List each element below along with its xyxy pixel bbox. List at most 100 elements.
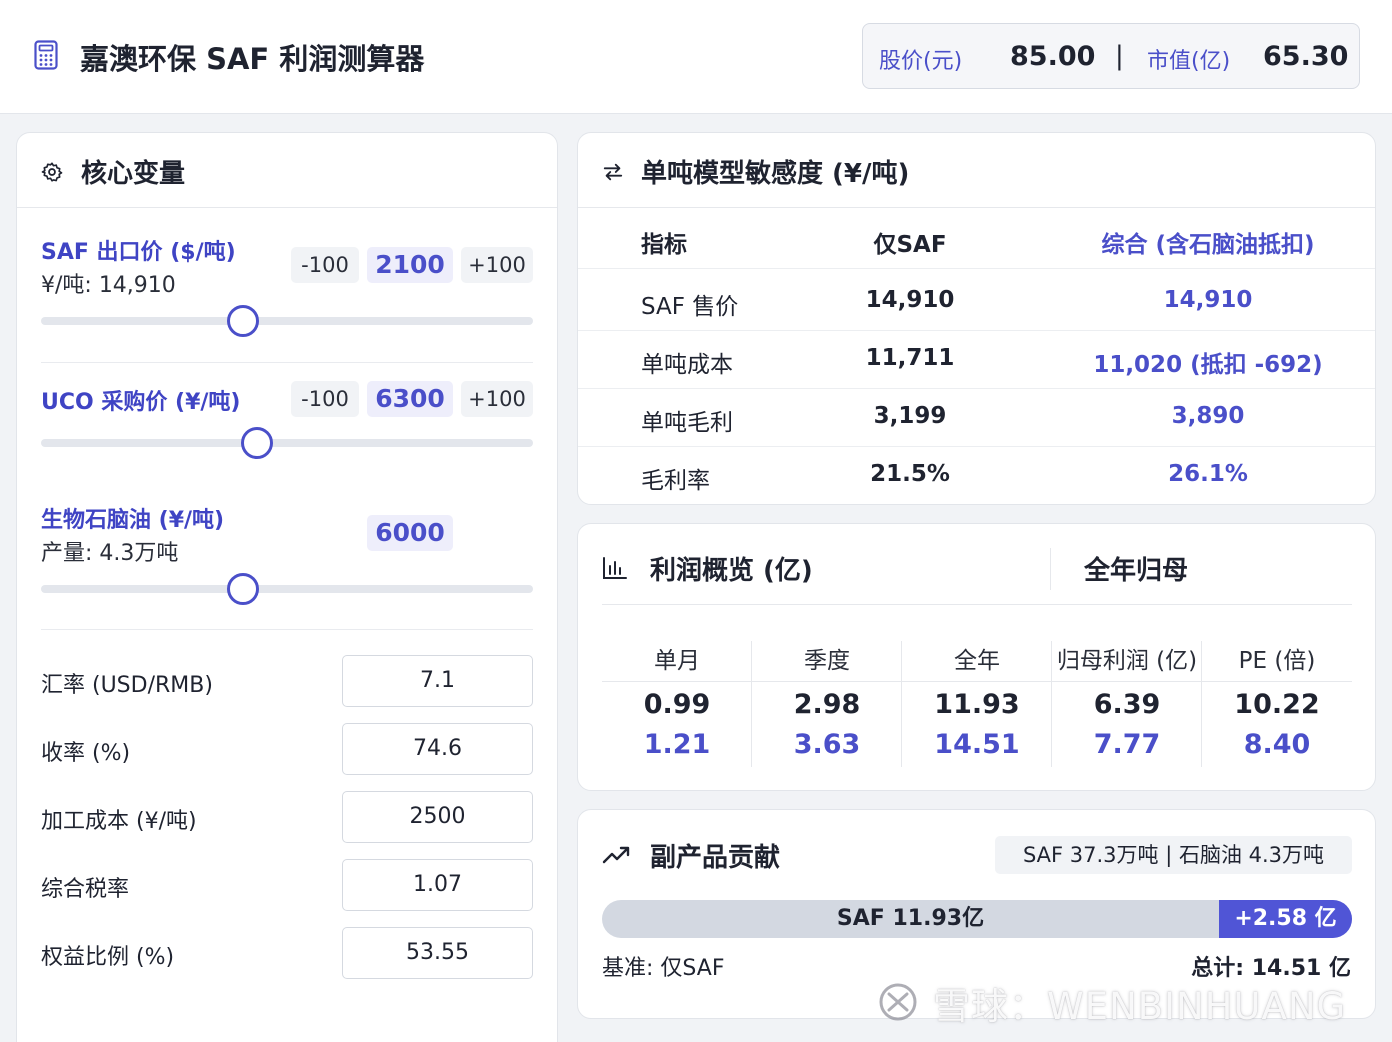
column-header: 归母利润 (亿) (1056, 648, 1198, 674)
yield-label: 收率 (%) (41, 741, 131, 766)
combined-value: 11,020 (抵扣 -692) (1093, 352, 1323, 378)
divider (41, 362, 533, 363)
profit-column-monthly: 单月 0.99 1.21 (602, 641, 752, 767)
combined-value: 26.1% (1168, 461, 1248, 487)
combined-value: 3.63 (793, 729, 861, 760)
profit-column-annual: 全年 11.93 14.51 (902, 641, 1052, 767)
saf-only-value: 14,910 (865, 287, 955, 313)
swap-arrows-icon (603, 163, 623, 181)
row-label: SAF 售价 (641, 294, 739, 320)
saf-only-value: 21.5% (870, 461, 950, 487)
uco-minus-button[interactable]: -100 (291, 381, 359, 417)
table-row: 单吨成本 11,711 11,020 (抵扣 -692) (578, 331, 1375, 389)
saf-minus-button[interactable]: -100 (291, 247, 359, 283)
core-variables-panel: 核心变量 SAF 出口价 ($/吨) ¥/吨: 14,910 -100 2100… (16, 132, 558, 1042)
naphtha-price-slider[interactable] (41, 573, 533, 605)
core-variables-header: 核心变量 (17, 133, 557, 208)
combined-value: 7.77 (1093, 729, 1161, 760)
trending-up-icon (602, 846, 630, 864)
column-header: 仅SAF (873, 232, 947, 258)
column-header: PE (倍) (1238, 648, 1316, 674)
equity-ratio-label: 权益比例 (%) (41, 945, 175, 970)
saf-only-value: 0.99 (643, 689, 711, 720)
price-separator: | (1115, 41, 1124, 71)
contribution-bar: SAF 11.93亿 +2.58 亿 (602, 900, 1352, 938)
column-header: 全年 (954, 648, 1000, 674)
processing-cost-input[interactable]: 2500 (342, 791, 533, 843)
uco-slider-handle[interactable] (241, 427, 274, 459)
tax-rate-label: 综合税率 (41, 877, 130, 902)
calculator-icon (34, 40, 58, 70)
sensitivity-panel: 单吨模型敏感度 (¥/吨) 指标 仅SAF 综合 (含石脑油抵扣) SAF 售价… (577, 132, 1376, 505)
column-header: 季度 (804, 648, 850, 674)
divider (602, 604, 1352, 605)
table-row: 单吨毛利 3,199 3,890 (578, 389, 1375, 447)
uco-price-value[interactable]: 6300 (367, 381, 453, 417)
profit-column-quarterly: 季度 2.98 3.63 (752, 641, 902, 767)
combined-value: 14,910 (1163, 287, 1253, 313)
combined-value: 14.51 (934, 729, 1020, 760)
price-summary: 股价(元) 85.00 | 市值(亿) 65.30 (862, 23, 1360, 89)
uco-price-slider[interactable] (41, 427, 533, 459)
saf-only-value: 11.93 (934, 689, 1020, 720)
saf-contribution-segment: SAF 11.93亿 (836, 906, 985, 931)
table-header-row: 指标 仅SAF 综合 (含石脑油抵扣) (578, 211, 1375, 269)
row-label: 单吨成本 (641, 352, 733, 378)
saf-slider-handle[interactable] (226, 305, 259, 337)
baseline-label: 基准: 仅SAF (602, 956, 725, 981)
profit-column-pe: PE (倍) 10.22 8.40 (1202, 641, 1352, 767)
fx-rate-label: 汇率 (USD/RMB) (41, 673, 213, 698)
gear-icon (41, 162, 63, 182)
profit-overview-panel: 利润概览 (亿) 全年归母 单月 0.99 1.21 季度 2.98 3.63 … (577, 523, 1376, 791)
core-variables-title: 核心变量 (81, 159, 186, 189)
saf-price-label: SAF 出口价 ($/吨) (41, 240, 236, 265)
uco-price-label: UCO 采购价 (¥/吨) (41, 390, 241, 415)
sensitivity-title: 单吨模型敏感度 (¥/吨) (641, 159, 910, 189)
column-header: 单月 (654, 648, 700, 674)
row-label: 单吨毛利 (641, 410, 733, 436)
naphtha-slider-handle[interactable] (226, 573, 259, 605)
snowball-logo-icon (879, 983, 917, 1021)
divider (41, 629, 533, 630)
yield-input[interactable]: 74.6 (342, 723, 533, 775)
stock-price-label: 股价(元) (879, 49, 963, 74)
saf-price-slider[interactable] (41, 305, 533, 337)
byproduct-title: 副产品贡献 (650, 843, 781, 873)
saf-rmb-price: ¥/吨: 14,910 (41, 273, 176, 298)
combined-value: 1.21 (643, 729, 711, 760)
saf-only-value: 2.98 (793, 689, 861, 720)
naphtha-price-value[interactable]: 6000 (367, 515, 453, 551)
naphtha-contribution-segment: +2.58 亿 (1219, 900, 1352, 938)
saf-plus-button[interactable]: +100 (461, 247, 533, 283)
equity-ratio-input[interactable]: 53.55 (342, 927, 533, 979)
combined-value: 8.40 (1243, 729, 1311, 760)
naphtha-output: 产量: 4.3万吨 (41, 541, 179, 566)
column-header: 指标 (641, 232, 687, 258)
bar-chart-icon (603, 557, 627, 579)
saf-only-value: 11,711 (865, 345, 955, 371)
annual-attributable-title: 全年归母 (1084, 556, 1189, 586)
watermark-text: 雪球：WENBINHUANG (933, 985, 1347, 1028)
combined-value: 3,890 (1171, 403, 1245, 429)
app-header: 嘉澳环保 SAF 利润测算器 股价(元) 85.00 | 市值(亿) 65.30 (0, 0, 1392, 114)
uco-plus-button[interactable]: +100 (461, 381, 533, 417)
saf-only-value: 6.39 (1093, 689, 1161, 720)
saf-only-value: 10.22 (1234, 689, 1320, 720)
sensitivity-header: 单吨模型敏感度 (¥/吨) (578, 133, 1375, 208)
table-row: 毛利率 21.5% 26.1% (578, 447, 1375, 505)
stock-price-value: 85.00 (1010, 41, 1096, 72)
saf-only-value: 3,199 (873, 403, 947, 429)
tax-rate-input[interactable]: 1.07 (342, 859, 533, 911)
processing-cost-label: 加工成本 (¥/吨) (41, 809, 197, 834)
volume-badge: SAF 37.3万吨 | 石脑油 4.3万吨 (995, 836, 1352, 874)
naphtha-price-label: 生物石脑油 (¥/吨) (41, 508, 225, 533)
saf-price-value[interactable]: 2100 (367, 247, 453, 283)
fx-rate-input[interactable]: 7.1 (342, 655, 533, 707)
row-label: 毛利率 (641, 468, 710, 494)
page-title: 嘉澳环保 SAF 利润测算器 (80, 42, 425, 76)
profit-column-attributable: 归母利润 (亿) 6.39 7.77 (1052, 641, 1202, 767)
divider (1050, 548, 1051, 590)
table-row: SAF 售价 14,910 14,910 (578, 273, 1375, 331)
profit-overview-title: 利润概览 (亿) (650, 556, 813, 586)
market-cap-label: 市值(亿) (1147, 49, 1231, 74)
